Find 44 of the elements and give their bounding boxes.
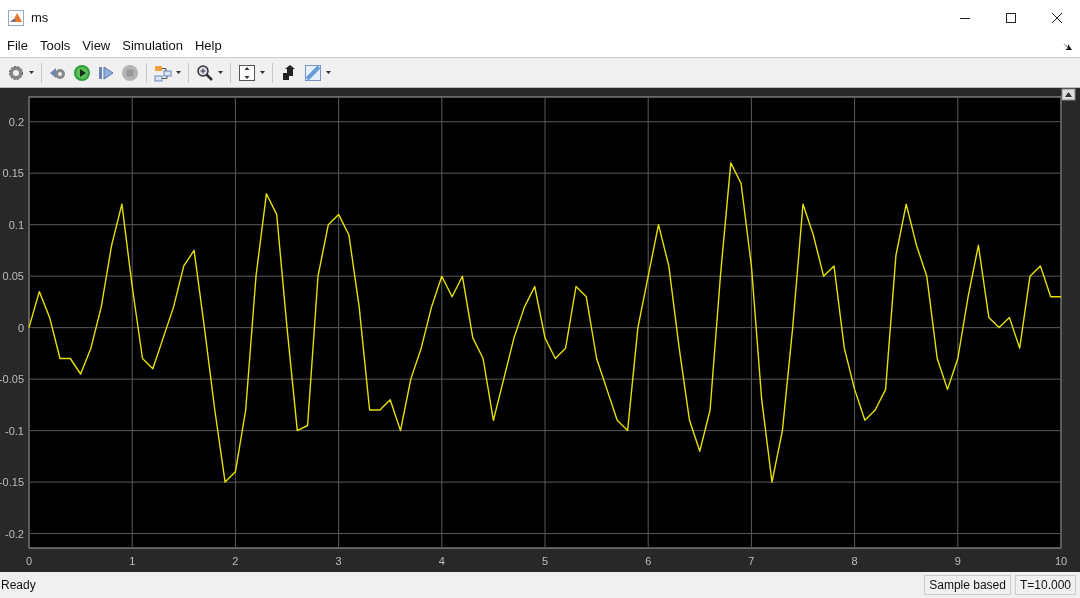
caret-icon[interactable]	[326, 71, 331, 74]
caret-icon[interactable]	[29, 71, 34, 74]
axis-tick-label: 10	[1054, 555, 1068, 568]
fit-icon[interactable]	[238, 63, 256, 82]
menu-item[interactable]: Tools	[39, 38, 71, 54]
blocks-icon[interactable]	[154, 63, 172, 82]
axis-tick-label: 4	[438, 555, 445, 568]
menu-item[interactable]: Help	[194, 38, 222, 54]
restore-button[interactable]	[1061, 88, 1076, 101]
axis-tick-label: 8	[851, 555, 858, 568]
menu-item[interactable]: Simulation	[122, 38, 183, 54]
axis-tick-label: 1	[129, 555, 136, 568]
axis-tick-label: -0.1	[5, 424, 24, 437]
axis-tick-label: -0.05	[0, 373, 24, 386]
axis-tick-label: 0	[25, 555, 33, 568]
axis-tick-label: 5	[541, 555, 549, 568]
axis-tick-label: 0.1	[8, 219, 24, 231]
axis-tick-label: 0.05	[2, 270, 24, 283]
caret-icon[interactable]	[218, 71, 223, 74]
axis-tick-label: 6	[645, 555, 652, 568]
app-icon	[8, 9, 24, 26]
window-title: ms	[31, 10, 49, 25]
axis-tick-label: 0.15	[2, 167, 24, 180]
status-field: T=10.000	[1014, 575, 1076, 596]
status-field: Sample based	[924, 575, 1011, 596]
status-message: Ready	[1, 578, 36, 593]
run-icon[interactable]	[73, 63, 91, 82]
axis-tick-label: 9	[954, 555, 961, 568]
caret-icon[interactable]	[176, 71, 181, 74]
axis-tick-label: 7	[748, 555, 755, 568]
axis-tick-label: 2	[232, 555, 239, 568]
axis-tick-label: 0.2	[8, 116, 24, 129]
step-forward-icon[interactable]	[97, 63, 115, 82]
axis-tick-label: -0.15	[0, 476, 24, 489]
menu-item[interactable]: File	[7, 38, 28, 54]
caret-icon[interactable]	[260, 71, 265, 74]
maximize-icon[interactable]	[1005, 11, 1017, 24]
close-icon[interactable]	[1051, 11, 1063, 24]
axis-tick-label: -0.2	[5, 527, 24, 540]
zoom-icon[interactable]	[196, 63, 214, 82]
menu-item[interactable]: View	[82, 38, 111, 54]
axis-tick-label: 3	[335, 555, 342, 568]
gear-icon[interactable]	[7, 63, 25, 82]
axis-tick-label: 0	[17, 322, 24, 334]
